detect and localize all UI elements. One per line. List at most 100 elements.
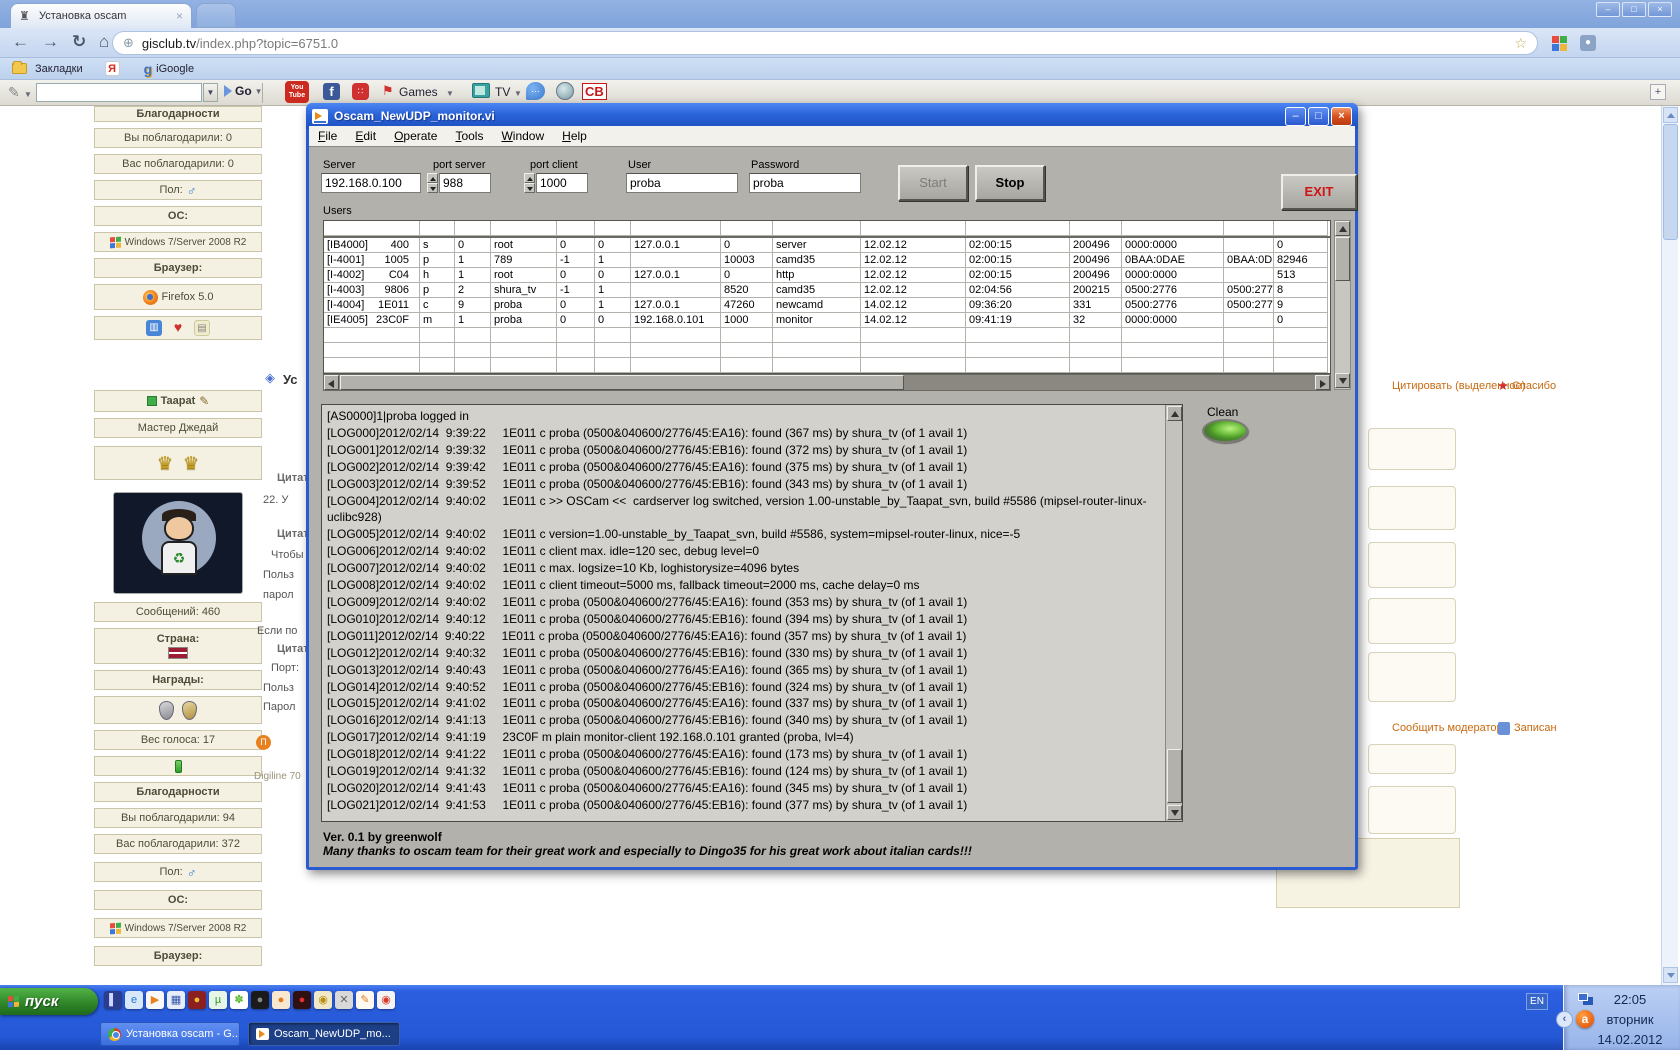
toolbar-search-input[interactable] — [36, 83, 202, 102]
facebook-icon[interactable]: f — [323, 83, 340, 100]
home-icon[interactable]: ⌂ — [99, 32, 109, 52]
page-scrollbar[interactable] — [1661, 106, 1678, 985]
menu-item[interactable]: Operate — [385, 127, 446, 145]
scroll-right-icon[interactable] — [1315, 375, 1330, 390]
menu-item[interactable]: Help — [553, 127, 596, 145]
window-maximize-button[interactable]: □ — [1622, 2, 1646, 17]
thanks-link[interactable]: Спасибо — [1512, 380, 1556, 392]
icq-icon[interactable]: ✽ — [230, 991, 248, 1009]
port-server-input[interactable] — [439, 173, 491, 193]
new-tab-button[interactable] — [196, 3, 236, 28]
scroll-down-icon[interactable] — [1663, 967, 1678, 983]
palette-icon[interactable] — [1552, 36, 1567, 51]
maximize-button[interactable]: □ — [1308, 106, 1329, 126]
bookmark-star-icon[interactable]: ☆ — [1514, 35, 1527, 52]
close-button[interactable]: × — [1331, 106, 1352, 126]
table-hscroll-thumb[interactable] — [340, 375, 904, 390]
clean-led-button[interactable] — [1202, 419, 1248, 443]
ie-icon[interactable]: e — [125, 991, 143, 1009]
user-input[interactable] — [626, 173, 738, 193]
table-row[interactable] — [324, 343, 1330, 358]
scroll-up-icon[interactable] — [1335, 221, 1350, 236]
start-button[interactable]: Start — [898, 165, 968, 201]
table-row[interactable]: [I-4004] 1E011 c 9 proba 0 1 127.0.0.1 47… — [324, 298, 1330, 313]
clock[interactable]: 22:05 вторник 14.02.2012 — [1590, 990, 1670, 1050]
language-indicator[interactable]: EN — [1526, 993, 1548, 1010]
start-button[interactable]: пуск — [0, 988, 98, 1015]
network-icon[interactable] — [1578, 993, 1588, 1001]
window-close-button[interactable]: × — [1648, 2, 1672, 17]
minimize-button[interactable]: – — [1285, 106, 1306, 126]
window-minimize-button[interactable]: – — [1596, 2, 1620, 17]
tv-caret-icon[interactable]: ▼ — [514, 89, 522, 98]
toolbar-add-button[interactable]: + — [1650, 84, 1666, 100]
menu-item[interactable]: File — [309, 127, 346, 145]
tray-chevron-icon[interactable]: ‹ — [1556, 1011, 1573, 1028]
webcam-icon[interactable] — [556, 82, 574, 100]
menu-item[interactable]: Tools — [446, 127, 492, 145]
port-server-spinner[interactable] — [427, 173, 438, 193]
youtube-icon[interactable]: You Tube — [285, 81, 309, 103]
table-row[interactable] — [324, 328, 1330, 343]
table-scroll-thumb[interactable] — [1335, 237, 1350, 281]
table-row[interactable]: [I-4001] 1005 p 1 789 -1 1 10003 camd35 1… — [324, 253, 1330, 268]
password-input[interactable] — [749, 173, 861, 193]
tv-menu[interactable]: TV — [495, 85, 510, 99]
tab-close-icon[interactable]: × — [174, 9, 185, 23]
chat-icon[interactable]: … — [526, 82, 545, 100]
sidebar-profile-icons[interactable]: ▥ ♥ ▤ — [94, 316, 262, 340]
cb-icon[interactable]: CB — [582, 83, 607, 100]
browser-tab[interactable]: ♜ Установка oscam × — [10, 3, 192, 28]
taskbar-button-browser[interactable]: Установка oscam - G... — [100, 1022, 240, 1046]
tools-icon[interactable]: ✕ — [335, 991, 353, 1009]
scroll-down-icon[interactable] — [1335, 373, 1350, 388]
games-caret-icon[interactable]: ▼ — [446, 89, 454, 98]
scroll-up-icon[interactable] — [1663, 107, 1678, 123]
menu-item[interactable]: Edit — [346, 127, 385, 145]
bookmark-igoogle[interactable]: iGoogle — [156, 63, 194, 75]
log-scroll-thumb[interactable] — [1167, 749, 1182, 803]
port-client-input[interactable] — [536, 173, 588, 193]
back-icon[interactable]: ← — [12, 32, 29, 52]
table-row[interactable]: [IB4000] 400 s 0 root 0 0 127.0.0.1 0 ser… — [324, 238, 1330, 253]
go-button[interactable]: Go — [235, 84, 252, 98]
stop-button[interactable]: Stop — [975, 165, 1045, 201]
report-link[interactable]: Сообщить модератору — [1392, 722, 1508, 734]
taskbar-button-oscam-monitor[interactable]: Oscam_NewUDP_mo... — [248, 1022, 400, 1046]
avatar[interactable]: ♻ — [113, 492, 243, 594]
sidebar-username[interactable]: Taapat ✎ — [94, 390, 262, 412]
table-vscrollbar[interactable] — [1334, 220, 1351, 390]
chrome-icon[interactable]: ◉ — [377, 991, 395, 1009]
port-client-spinner[interactable] — [524, 173, 535, 193]
feather-icon[interactable]: ✎ — [8, 84, 20, 101]
exit-button[interactable]: EXIT — [1281, 174, 1357, 210]
bookmark-folder[interactable]: Закладки — [35, 63, 83, 75]
forward-icon[interactable]: → — [42, 32, 59, 52]
dice-icon[interactable]: ∷ — [352, 83, 369, 100]
table-row[interactable]: [IE4005] 23C0F m 1 proba 0 0 192.168.0.10… — [324, 313, 1330, 328]
scroll-up-icon[interactable] — [1167, 406, 1182, 421]
table-row[interactable] — [324, 358, 1330, 373]
table-row[interactable]: [I-4003] 9806 p 2 shura_tv -1 1 8520 camd… — [324, 283, 1330, 298]
yandex-icon[interactable]: Я — [104, 61, 120, 76]
games-menu[interactable]: Games — [399, 85, 438, 99]
reload-icon[interactable]: ↻ — [72, 32, 86, 52]
search-dropdown-icon[interactable]: ▼ — [203, 83, 218, 102]
address-bar[interactable]: ⊕ gisclub.tv /index.php?topic=6751.0 ☆ — [112, 31, 1538, 55]
scroll-left-icon[interactable] — [324, 375, 339, 390]
redball-icon[interactable]: ● — [188, 991, 206, 1009]
utorrent-icon[interactable]: µ — [209, 991, 227, 1009]
table-row[interactable]: [I-4002] C04 h 1 root 0 0 127.0.0.1 0 htt… — [324, 268, 1330, 283]
wheel-icon[interactable]: ◉ — [314, 991, 332, 1009]
log-output[interactable]: [AS0000]1|proba logged in [LOG000]2012/02… — [321, 404, 1183, 822]
log-scrollbar[interactable] — [1165, 405, 1182, 821]
page-scroll-thumb[interactable] — [1663, 124, 1678, 240]
logged-link[interactable]: Записан — [1514, 722, 1557, 734]
firefox-icon[interactable]: ● — [272, 991, 290, 1009]
gauge-icon[interactable]: ● — [293, 991, 311, 1009]
feather-caret-icon[interactable]: ▼ — [24, 90, 32, 99]
editor-icon[interactable]: ✎ — [356, 991, 374, 1009]
media-classic-icon[interactable]: ▌ — [104, 991, 122, 1009]
scroll-down-icon[interactable] — [1167, 805, 1182, 820]
server-input[interactable] — [321, 173, 421, 193]
